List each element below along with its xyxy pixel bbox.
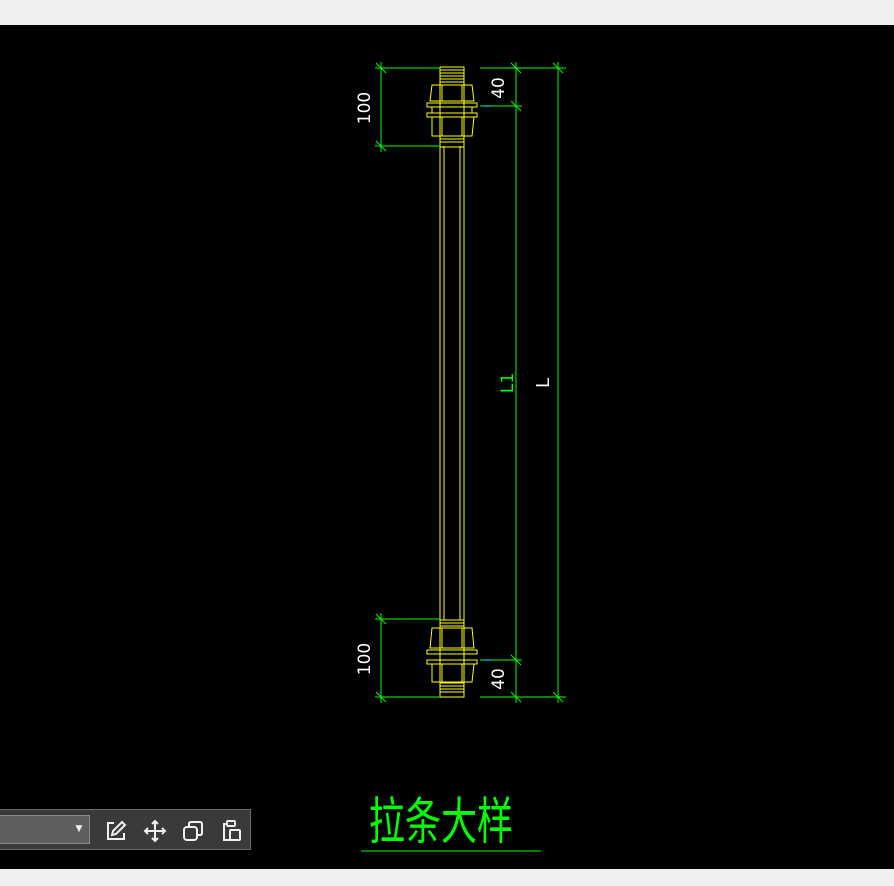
copy-button[interactable] [179,817,207,845]
paste-button[interactable] [217,817,245,845]
dim-text-top-left: 100 [355,92,375,124]
edit-button[interactable] [102,817,130,845]
edit-toolbar: ▼ [0,809,251,850]
top-nut-assembly [426,66,478,148]
move-button[interactable] [141,817,169,845]
dim-text-l1: L1 [498,373,518,393]
chevron-down-icon[interactable]: ▼ [73,816,85,843]
bottom-bar [0,869,894,886]
dim-text-l: L [533,378,554,388]
top-bar [0,0,894,25]
dim-text-bottom-left: 100 [355,643,375,675]
cad-drawing[interactable]: 100 40 100 40 L1 L 拉条大样 [0,25,894,869]
cyan-markers [483,105,492,661]
tie-rod [439,146,465,620]
layer-dropdown[interactable]: ▼ [0,815,90,844]
move-icon [143,819,167,843]
edit-icon [107,820,127,840]
dim-text-bottom-right: 40 [489,668,509,690]
drawing-title: 拉条大样 [369,793,513,852]
copy-icon [183,821,203,841]
paste-icon [223,820,241,841]
bottom-nut-assembly [426,619,478,698]
dim-text-top-right: 40 [489,77,509,99]
